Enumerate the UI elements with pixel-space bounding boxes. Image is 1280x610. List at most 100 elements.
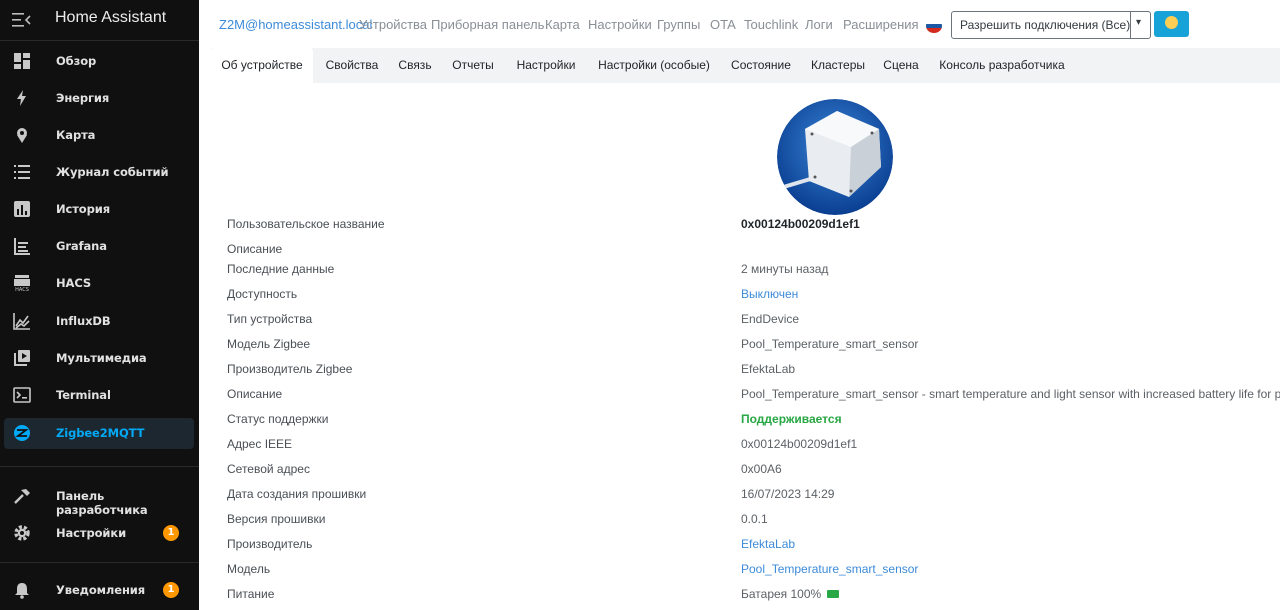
zigbee-model-value: Pool_Temperature_smart_sensor [741, 337, 919, 351]
info-key: Доступность [227, 287, 298, 301]
sidebar-item-label: Карта [56, 128, 96, 142]
gear-icon [14, 525, 30, 541]
info-row-availability: Доступность Выключен [227, 284, 1280, 306]
last-seen-value: 2 минуты назад [741, 262, 829, 276]
info-key: Модель Zigbee [227, 337, 311, 351]
nav-map[interactable]: Карта [545, 17, 580, 32]
sidebar-item-label: HACS [56, 276, 92, 290]
theme-toggle-button[interactable] [1154, 11, 1189, 37]
sidebar-item-map[interactable]: Карта [4, 120, 194, 151]
ieee-address-value: 0x00124b00209d1ef1 [741, 437, 858, 451]
russia-flag-icon[interactable] [926, 19, 942, 33]
info-key: Адрес IEEE [227, 437, 293, 451]
friendly-name-value[interactable]: 0x00124b00209d1ef1 [741, 217, 860, 231]
network-address-value: 0x00A6 [741, 462, 782, 476]
tab-reporting[interactable]: Отчеты [443, 48, 503, 83]
notifications-badge: 1 [163, 582, 179, 598]
info-row-power: Питание Батарея 100% [227, 584, 1280, 606]
sidebar-item-logbook[interactable]: Журнал событий [4, 157, 194, 188]
info-key: Дата создания прошивки [227, 487, 367, 501]
dashboard-icon [14, 53, 30, 69]
settings-badge: 1 [163, 525, 179, 541]
tab-settings[interactable]: Настройки [507, 48, 585, 83]
smile-icon [1165, 16, 1178, 29]
sidebar-item-label: Настройки [56, 526, 127, 540]
info-key: Статус поддержки [227, 412, 329, 426]
hammer-icon [14, 489, 30, 504]
nav-groups[interactable]: Группы [657, 17, 700, 32]
tab-bind[interactable]: Связь [391, 48, 439, 83]
tab-about[interactable]: Об устройстве [211, 48, 313, 83]
info-key: Описание [227, 242, 283, 256]
model-description-value: Pool_Temperature_smart_sensor - smart te… [741, 387, 1280, 401]
terminal-icon [13, 387, 31, 403]
tab-scene[interactable]: Сцена [877, 48, 925, 83]
brand-link[interactable]: Z2M@homeassistant.local [219, 17, 372, 32]
sidebar-item-label: Zigbee2MQTT [56, 426, 145, 440]
info-row-ieee-address: Адрес IEEE 0x00124b00209d1ef1 [227, 434, 1280, 456]
info-row-last-seen: Последние данные 2 минуты назад [227, 259, 1280, 281]
info-key: Последние данные [227, 262, 335, 276]
nav-extensions[interactable]: Расширения [843, 17, 919, 32]
sidebar-item-label: Обзор [56, 54, 97, 68]
svg-text:HACS: HACS [15, 287, 29, 292]
sidebar-item-label: Мультимедиа [56, 351, 147, 365]
info-key: Описание [227, 387, 283, 401]
sidebar-item-terminal[interactable]: Terminal [4, 380, 194, 411]
nav-dashboard[interactable]: Приборная панель [431, 17, 544, 32]
nav-logs[interactable]: Логи [805, 17, 833, 32]
permit-join-dropdown[interactable]: ▾ [1130, 12, 1151, 38]
influxdb-icon [13, 313, 30, 330]
sidebar-item-energy[interactable]: Энергия [4, 83, 194, 114]
nav-touchlink[interactable]: Touchlink [744, 17, 798, 32]
main-content: Z2M@homeassistant.local Устройства Прибо… [199, 0, 1280, 610]
support-status-value[interactable]: Поддерживается [741, 412, 842, 426]
sidebar-item-label: InfluxDB [56, 314, 111, 328]
sidebar-item-developer-tools[interactable]: Панель разработчика [4, 481, 194, 517]
model-link[interactable]: Pool_Temperature_smart_sensor [741, 562, 918, 576]
firmware-version-value: 0.0.1 [741, 512, 768, 526]
menu-collapse-icon[interactable] [12, 11, 32, 29]
sidebar-item-history[interactable]: История [4, 194, 194, 225]
tab-settings-specific[interactable]: Настройки (особые) [589, 48, 719, 83]
sidebar-item-hacs[interactable]: HACS HACS [4, 268, 194, 299]
manufacturer-link[interactable]: EfektaLab [741, 537, 795, 551]
info-row-zigbee-model: Модель Zigbee Pool_Temperature_smart_sens… [227, 334, 1280, 356]
sidebar-item-overview[interactable]: Обзор [4, 46, 194, 77]
sidebar-item-label: Панель разработчика [56, 489, 148, 517]
availability-value[interactable]: Выключен [741, 287, 798, 301]
power-value: Батарея 100% [741, 587, 822, 601]
sidebar-item-zigbee2mqtt[interactable]: Zigbee2MQTT [4, 418, 194, 449]
nav-devices[interactable]: Устройства [359, 17, 427, 32]
nav-settings[interactable]: Настройки [588, 17, 652, 32]
zigbee-manufacturer-value: EfektaLab [741, 362, 796, 376]
chevron-down-icon: ▾ [1136, 17, 1142, 28]
permit-join-button[interactable]: Разрешить подключения (Все) ▾ [951, 11, 1151, 39]
info-key: Производитель [227, 537, 313, 551]
sidebar-item-media[interactable]: Мультимедиа [4, 343, 194, 374]
sidebar-item-grafana[interactable]: Grafana [4, 231, 194, 262]
device-image [777, 99, 893, 215]
info-key: Модель [227, 562, 271, 576]
permit-join-label: Разрешить подключения (Все) [960, 18, 1131, 32]
nav-ota[interactable]: OTA [710, 17, 736, 32]
device-type-value: EndDevice [741, 312, 800, 326]
tab-properties[interactable]: Свойства [317, 48, 387, 83]
info-row-friendly-name: Пользовательское название 0x00124b00209d1… [227, 214, 1280, 236]
device-tabs: Об устройстве Свойства Связь Отчеты Наст… [211, 48, 1280, 83]
sidebar-item-settings[interactable]: Настройки 1 [4, 518, 194, 549]
tab-state[interactable]: Состояние [723, 48, 799, 83]
app-title: Home Assistant [55, 9, 167, 26]
firmware-date-value: 16/07/2023 14:29 [741, 487, 835, 501]
sidebar-item-influxdb[interactable]: InfluxDB [4, 306, 194, 337]
sidebar-item-label: Уведомления [56, 583, 146, 597]
info-row-zigbee-manufacturer: Производитель Zigbee EfektaLab [227, 359, 1280, 381]
media-icon [14, 350, 30, 366]
sidebar-divider [0, 466, 199, 467]
tab-dev-console[interactable]: Консоль разработчика [929, 48, 1075, 83]
sidebar-item-label: История [56, 202, 110, 216]
tab-clusters[interactable]: Кластеры [803, 48, 873, 83]
sidebar-item-notifications[interactable]: Уведомления 1 [4, 575, 194, 606]
history-chart-icon [14, 201, 30, 217]
sidebar: Home Assistant Обзор Энергия Карта Журна… [0, 0, 199, 610]
